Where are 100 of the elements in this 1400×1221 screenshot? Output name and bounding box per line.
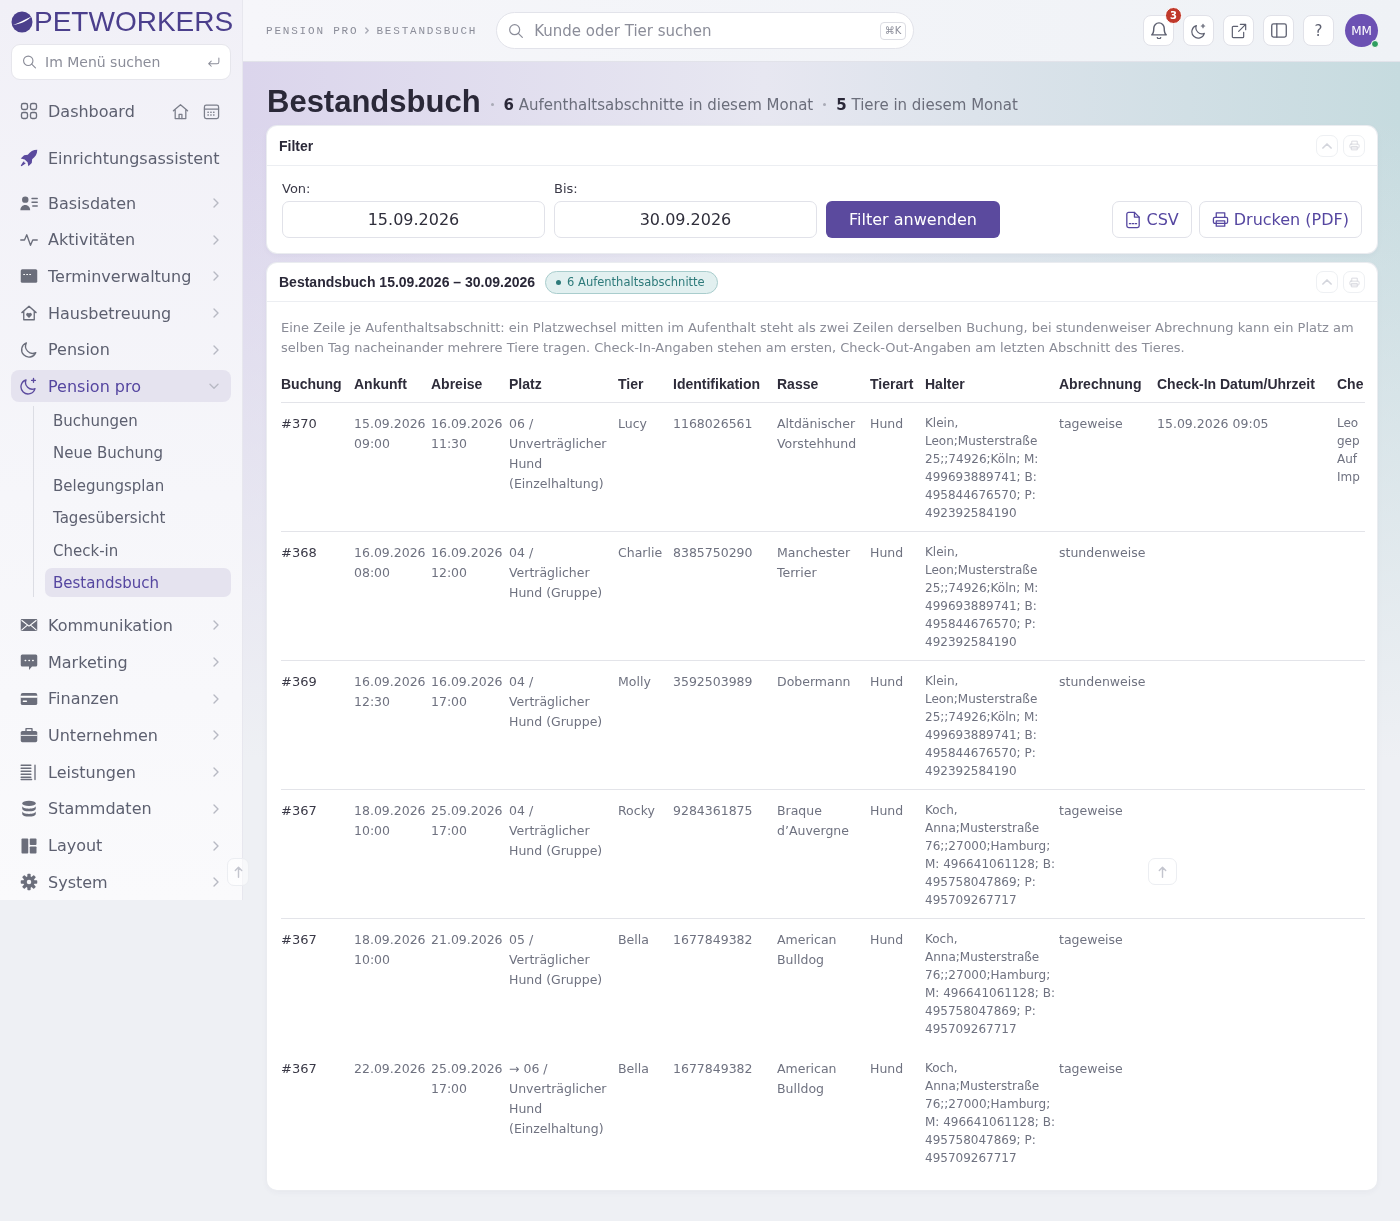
table-cell: 04 / Verträglicher Hund (Gruppe) <box>509 660 618 789</box>
rocket-icon <box>20 149 38 167</box>
sidebar-item[interactable]: Aktivitäten <box>11 223 231 256</box>
sidebar-item[interactable]: Terminverwaltung <box>11 260 231 293</box>
notification-count: 3 <box>1165 7 1182 24</box>
table-cell: 18.09.2026 10:00 <box>354 789 431 918</box>
table-cell: Dobermann <box>777 660 870 789</box>
table-cell: 25.09.2026 17:00 <box>431 789 509 918</box>
column-header: Ankunft <box>354 375 408 394</box>
date-input[interactable]: 30.09.2026 <box>554 201 817 238</box>
calendar-icon <box>203 102 220 120</box>
sidebar-item[interactable]: Basisdaten <box>11 187 231 219</box>
breadcrumb-item: BESTANDSBUCH <box>376 24 478 37</box>
calendar-icon <box>20 267 38 286</box>
chat-icon <box>20 653 38 672</box>
bell-icon <box>1150 22 1167 39</box>
sidebar-item[interactable]: Marketing <box>11 646 231 679</box>
table-cell: 8385750290 <box>673 531 777 660</box>
sidebar-item[interactable]: Pension pro <box>11 370 231 403</box>
sidebar-subitem[interactable]: Check-in <box>45 536 231 565</box>
field-label: Bis: <box>554 181 578 197</box>
sidebar-item[interactable]: Kommunikation <box>11 609 231 642</box>
apply-filter-button[interactable]: Filter anwenden <box>826 201 1000 238</box>
gear-icon <box>20 873 38 892</box>
sidebar-subitem[interactable]: Bestandsbuch <box>45 568 231 598</box>
table-cell: tageweise <box>1059 918 1157 1047</box>
table-cell: 18.09.2026 10:00 <box>354 918 431 1047</box>
table-cell: 9284361875 <box>673 789 777 918</box>
file-icon <box>1125 210 1142 229</box>
search-icon <box>22 54 37 70</box>
sidebar-subitem[interactable]: Tagesübersicht <box>45 503 231 533</box>
table-cell: Manchester Terrier <box>777 531 870 660</box>
menu-search-field[interactable]: Im Menü suchen <box>11 44 231 80</box>
print-pdf-button[interactable]: Drucken (PDF) <box>1198 201 1362 238</box>
table-cell: 16.09.2026 17:00 <box>431 660 509 789</box>
moon-stars-icon <box>1190 22 1207 39</box>
table-cell: 04 / Verträglicher Hund (Gruppe) <box>509 789 618 918</box>
sidebar-item[interactable]: Leistungen <box>11 756 231 789</box>
external-link-button[interactable] <box>1223 15 1254 46</box>
column-header: Buchung <box>281 375 343 394</box>
list-icon <box>20 763 38 782</box>
table-cell: Koch, Anna;Musterstraße 76;;27000;Hamburg; M: 496641061128; B: 495758047869; P: 495709267717 <box>925 789 1059 918</box>
card-title: Filter <box>279 137 314 154</box>
date-input[interactable]: 15.09.2026 <box>282 201 545 238</box>
table-cell: Koch, Anna;Musterstraße 76;;27000;Hamburg; M: 496641061128; B: 495758047869; P: 495709267717 <box>925 918 1059 1047</box>
table-cell: 16.09.2026 08:00 <box>354 531 431 660</box>
table-cell: 16.09.2026 12:30 <box>354 660 431 789</box>
table-cell: American Bulldog <box>777 1047 870 1176</box>
sidebar-toggle-button[interactable] <box>1263 15 1294 46</box>
sidebar-item[interactable]: Stammdaten <box>11 792 231 825</box>
table-cell: 05 / Verträglicher Hund (Gruppe) <box>509 918 618 1047</box>
table-cell: tageweise <box>1059 402 1157 531</box>
external-link-icon <box>1230 22 1247 39</box>
table-cell: 1677849382 <box>673 1047 777 1176</box>
sidebar-subitem[interactable]: Neue Buchung <box>45 438 231 468</box>
table-cell: Altdänischer Vorstehhund <box>777 402 870 531</box>
table-cell: #368 <box>281 531 354 660</box>
breadcrumb-item[interactable]: PENSION PRO <box>266 24 359 37</box>
user-avatar[interactable]: MM <box>1345 14 1378 47</box>
page-title: Bestandsbuch <box>267 82 481 121</box>
table-cell: 25.09.2026 17:00 <box>431 1047 509 1176</box>
table-cell: Charlie <box>618 531 673 660</box>
sidebar-item[interactable]: Finanzen <box>11 682 231 715</box>
help-button[interactable]: ? <box>1303 15 1334 46</box>
sidebar-item[interactable]: Unternehmen <box>11 719 231 752</box>
column-header: Tierart <box>870 375 915 394</box>
column-header: Check-In Datum/Uhrzeit <box>1157 375 1316 394</box>
field-label: Von: <box>282 181 311 197</box>
sidebar-panel-icon <box>1270 23 1287 38</box>
theme-button[interactable] <box>1183 15 1214 46</box>
sidebar-item[interactable]: Pension <box>11 333 231 366</box>
grid-icon <box>20 102 38 120</box>
briefcase-icon <box>20 726 38 745</box>
sidebar-item[interactable]: Hausbetreuung <box>11 297 231 330</box>
table-cell: Hund <box>870 1047 925 1176</box>
csv-export-button[interactable]: CSV <box>1112 201 1192 238</box>
table-cell: 16.09.2026 12:00 <box>431 531 509 660</box>
table-cell: stundenweise <box>1059 531 1157 660</box>
sidebar-item[interactable]: Einrichtungsassistent <box>11 140 231 176</box>
table-cell: 04 / Verträglicher Hund (Gruppe) <box>509 531 618 660</box>
sidebar-subitem[interactable]: Buchungen <box>45 406 231 436</box>
sidebar-item[interactable]: System <box>11 866 231 899</box>
database-icon <box>20 799 38 818</box>
table-cell: Bella <box>618 1047 673 1176</box>
sidebar-item[interactable]: Layout <box>11 829 231 862</box>
search-icon <box>508 22 525 39</box>
house-heart-icon <box>20 304 38 323</box>
home-button[interactable] <box>172 102 189 120</box>
table-cell: Braque d’Auvergne <box>777 789 870 918</box>
table-cell: 15.09.2026 09:05 <box>1157 402 1337 531</box>
table-cell: #367 <box>281 1047 354 1176</box>
logo-icon <box>11 11 33 33</box>
table-cell: tageweise <box>1059 1047 1157 1176</box>
table-cell: 1677849382 <box>673 918 777 1047</box>
calendar-button[interactable] <box>203 102 220 120</box>
enter-icon <box>207 56 220 68</box>
table-cell: 15.09.2026 09:00 <box>354 402 431 531</box>
user-list-icon <box>20 194 38 212</box>
sidebar-item[interactable]: Dashboard <box>11 93 164 129</box>
sidebar-subitem[interactable]: Belegungsplan <box>45 471 231 501</box>
